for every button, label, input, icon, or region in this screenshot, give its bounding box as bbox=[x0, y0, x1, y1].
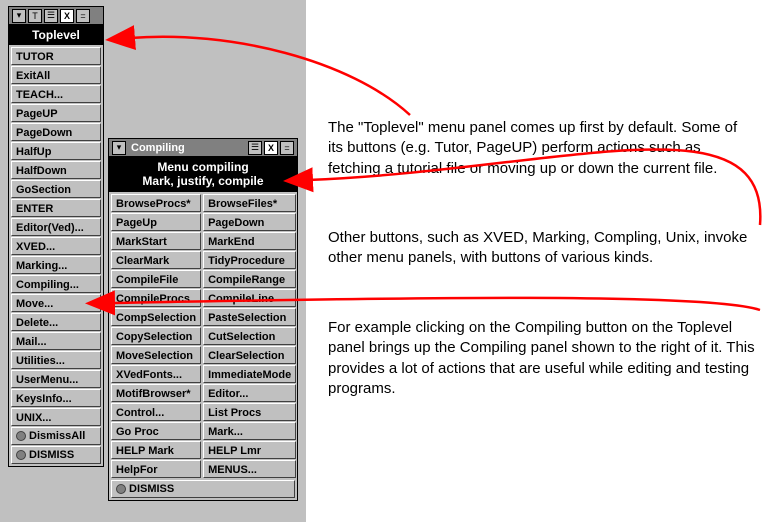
pagedown-button[interactable]: PageDown bbox=[203, 213, 296, 231]
compiling-button[interactable]: Compiling... bbox=[11, 275, 101, 293]
copyselection-button[interactable]: CopySelection bbox=[111, 327, 201, 345]
cutselection-button[interactable]: CutSelection bbox=[203, 327, 296, 345]
dismiss-button[interactable]: DISMISS bbox=[11, 446, 101, 464]
browsefiles-button[interactable]: BrowseFiles* bbox=[203, 194, 296, 212]
moveselection-button[interactable]: MoveSelection bbox=[111, 346, 201, 364]
mail-button[interactable]: Mail... bbox=[11, 332, 101, 350]
compiling-footer: DISMISS bbox=[109, 480, 297, 500]
marking-button[interactable]: Marking... bbox=[11, 256, 101, 274]
compileprocs-button[interactable]: CompileProcs bbox=[111, 289, 201, 307]
dot-icon bbox=[16, 431, 26, 441]
helpmark-button[interactable]: HELP Mark bbox=[111, 441, 201, 459]
compileline-button[interactable]: CompileLine bbox=[203, 289, 296, 307]
editor-ved-button[interactable]: Editor(Ved)... bbox=[11, 218, 101, 236]
toplevel-titlebar[interactable]: ▾ T ☰ X = bbox=[9, 7, 103, 25]
xved-button[interactable]: XVED... bbox=[11, 237, 101, 255]
clearmark-button[interactable]: ClearMark bbox=[111, 251, 201, 269]
compiling-titlebar[interactable]: ▾ Compiling ☰ X = bbox=[109, 139, 297, 157]
compiling-right-col: BrowseFiles* PageDown MarkEnd TidyProced… bbox=[203, 194, 296, 478]
compiling-header: Menu compiling Mark, justify, compile bbox=[109, 157, 297, 192]
markend-button[interactable]: MarkEnd bbox=[203, 232, 296, 250]
halfdown-button[interactable]: HalfDown bbox=[11, 161, 101, 179]
editor-button[interactable]: Editor... bbox=[203, 384, 296, 402]
toplevel-panel: ▾ T ☰ X = Toplevel TUTOR ExitAll TEACH..… bbox=[8, 6, 104, 467]
close-icon[interactable]: X bbox=[264, 141, 278, 155]
motifbrowser-button[interactable]: MotifBrowser* bbox=[111, 384, 201, 402]
usermenu-button[interactable]: UserMenu... bbox=[11, 370, 101, 388]
menus-button[interactable]: MENUS... bbox=[203, 460, 296, 478]
control-button[interactable]: Control... bbox=[111, 403, 201, 421]
teach-button[interactable]: TEACH... bbox=[11, 85, 101, 103]
pageup-button[interactable]: PageUp bbox=[111, 213, 201, 231]
pagedown-button[interactable]: PageDown bbox=[11, 123, 101, 141]
compiling-title: Compiling bbox=[127, 142, 247, 154]
toplevel-header: Toplevel bbox=[9, 25, 103, 45]
pasteselection-button[interactable]: PasteSelection bbox=[203, 308, 296, 326]
dismiss-label: DISMISS bbox=[29, 448, 74, 462]
compiling-dismiss-label: DISMISS bbox=[129, 482, 174, 496]
t-icon[interactable]: T bbox=[28, 9, 42, 23]
menu-icon[interactable]: ☰ bbox=[248, 141, 262, 155]
goproc-button[interactable]: Go Proc bbox=[111, 422, 201, 440]
minimize-icon[interactable]: = bbox=[280, 141, 294, 155]
compiling-header-line1: Menu compiling bbox=[111, 160, 295, 174]
compselection-button[interactable]: CompSelection bbox=[111, 308, 201, 326]
xvedfonts-button[interactable]: XVedFonts... bbox=[111, 365, 201, 383]
halfup-button[interactable]: HalfUp bbox=[11, 142, 101, 160]
gosection-button[interactable]: GoSection bbox=[11, 180, 101, 198]
dot-icon bbox=[16, 450, 26, 460]
tutor-button[interactable]: TUTOR bbox=[11, 47, 101, 65]
dismissall-button[interactable]: DismissAll bbox=[11, 427, 101, 445]
clearselection-button[interactable]: ClearSelection bbox=[203, 346, 296, 364]
listprocs-button[interactable]: List Procs bbox=[203, 403, 296, 421]
toplevel-button-column: TUTOR ExitAll TEACH... PageUP PageDown H… bbox=[9, 45, 103, 466]
compiling-dismiss-button[interactable]: DISMISS bbox=[111, 480, 295, 498]
utilities-button[interactable]: Utilities... bbox=[11, 351, 101, 369]
helplmr-button[interactable]: HELP Lmr bbox=[203, 441, 296, 459]
explain-para-3: For example clicking on the Compiling bu… bbox=[328, 318, 758, 399]
mark-button[interactable]: Mark... bbox=[203, 422, 296, 440]
compiling-panel: ▾ Compiling ☰ X = Menu compiling Mark, j… bbox=[108, 138, 298, 501]
compilerange-button[interactable]: CompileRange bbox=[203, 270, 296, 288]
exitall-button[interactable]: ExitAll bbox=[11, 66, 101, 84]
dot-icon bbox=[116, 484, 126, 494]
close-icon[interactable]: X bbox=[60, 9, 74, 23]
tidyprocedure-button[interactable]: TidyProcedure bbox=[203, 251, 296, 269]
move-button[interactable]: Move... bbox=[11, 294, 101, 312]
compiling-columns: BrowseProcs* PageUp MarkStart ClearMark … bbox=[109, 192, 297, 480]
sysmenu-icon[interactable]: ▾ bbox=[12, 9, 26, 23]
explain-para-1: The "Toplevel" menu panel comes up first… bbox=[328, 118, 748, 179]
compiling-header-line2: Mark, justify, compile bbox=[111, 174, 295, 188]
compiling-left-col: BrowseProcs* PageUp MarkStart ClearMark … bbox=[111, 194, 201, 478]
minimize-icon[interactable]: = bbox=[76, 9, 90, 23]
compilefile-button[interactable]: CompileFile bbox=[111, 270, 201, 288]
browseprocs-button[interactable]: BrowseProcs* bbox=[111, 194, 201, 212]
explain-para-2: Other buttons, such as XVED, Marking, Co… bbox=[328, 228, 748, 269]
immediatemode-button[interactable]: ImmediateMode bbox=[203, 365, 296, 383]
keysinfo-button[interactable]: KeysInfo... bbox=[11, 389, 101, 407]
dismissall-label: DismissAll bbox=[29, 429, 85, 443]
sysmenu-icon[interactable]: ▾ bbox=[112, 141, 126, 155]
pageup-button[interactable]: PageUP bbox=[11, 104, 101, 122]
markstart-button[interactable]: MarkStart bbox=[111, 232, 201, 250]
unix-button[interactable]: UNIX... bbox=[11, 408, 101, 426]
menu-icon[interactable]: ☰ bbox=[44, 9, 58, 23]
enter-button[interactable]: ENTER bbox=[11, 199, 101, 217]
delete-button[interactable]: Delete... bbox=[11, 313, 101, 331]
helpfor-button[interactable]: HelpFor bbox=[111, 460, 201, 478]
